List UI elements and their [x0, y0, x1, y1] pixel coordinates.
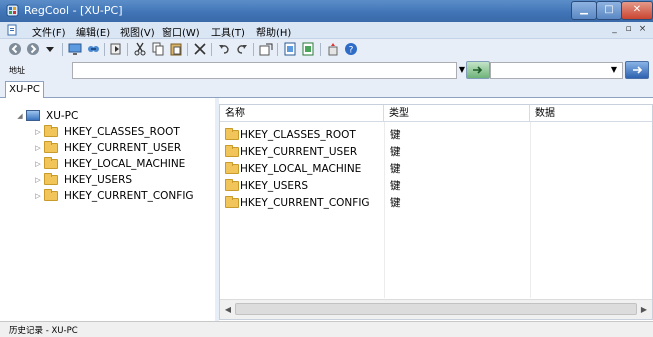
toolbar-separator [253, 43, 254, 56]
list-row[interactable]: HKEY_CLASSES_ROOT 键 [220, 127, 652, 143]
folder-icon [225, 145, 239, 157]
list-row[interactable]: HKEY_CURRENT_CONFIG 键 [220, 195, 652, 211]
redo-icon[interactable] [235, 42, 249, 56]
mdi-restore-button[interactable]: ▫ [623, 23, 634, 35]
address-input[interactable] [72, 62, 457, 79]
delete-icon[interactable] [193, 42, 207, 56]
document-icon[interactable] [6, 24, 18, 36]
tree-item-root[interactable]: ◢ XU-PC [4, 108, 204, 124]
menu-file[interactable]: 文件(F) [32, 24, 66, 39]
import-icon[interactable] [109, 42, 123, 56]
toolbar: ? [0, 39, 653, 60]
tree-item-hkey-users[interactable]: ▷ HKEY_USERS [4, 172, 213, 188]
favorites-icon[interactable] [326, 42, 340, 56]
column-header-data[interactable]: 数据 [530, 105, 652, 122]
tree-item-hkey-classes-root[interactable]: ▷ HKEY_CLASSES_ROOT [4, 124, 213, 140]
column-header-name[interactable]: 名称 [220, 105, 384, 122]
menu-view[interactable]: 视图(V) [120, 24, 155, 39]
minimize-icon: ▁ [580, 4, 588, 15]
expand-arrow-icon[interactable]: ▷ [34, 156, 42, 172]
folder-icon [44, 189, 58, 201]
folder-icon [44, 157, 58, 169]
maximize-icon: □ [604, 4, 614, 15]
folder-icon [225, 162, 239, 174]
toolbar-separator [277, 43, 278, 56]
toolbar-separator [104, 43, 105, 56]
toolbar-separator [320, 43, 321, 56]
status-text: 历史记录 - XU-PC [9, 326, 78, 336]
expand-arrow-icon[interactable]: ▷ [34, 172, 42, 188]
folder-icon [44, 125, 58, 137]
help-icon[interactable]: ? [344, 42, 358, 56]
address-bar: 地址 ▼ ▼ [0, 60, 653, 80]
scroll-left-icon[interactable]: ◀ [221, 303, 235, 316]
copy-icon[interactable] [151, 42, 165, 56]
minimize-button[interactable]: ▁ [571, 1, 597, 20]
computer-icon[interactable] [68, 42, 82, 56]
title-bar[interactable]: RegCool - [XU-PC] ▁ □ ✕ [0, 0, 653, 22]
search-icon [633, 66, 643, 74]
menu-tools[interactable]: 工具(T) [211, 24, 245, 39]
toolbar-separator [211, 43, 212, 56]
list-row[interactable]: HKEY_USERS 键 [220, 178, 652, 194]
tree-item-hkey-local-machine[interactable]: ▷ HKEY_LOCAL_MACHINE [4, 156, 213, 172]
toolbar-separator [127, 43, 128, 56]
menu-edit[interactable]: 编辑(E) [76, 24, 110, 39]
scroll-right-icon[interactable]: ▶ [637, 303, 651, 316]
export-icon[interactable] [259, 42, 273, 56]
go-icon [473, 66, 483, 74]
status-bar: 历史记录 - XU-PC [0, 321, 653, 337]
chevron-down-icon[interactable] [45, 42, 55, 56]
menu-bar: 文件(F) 编辑(E) 视图(V) 窗口(W) 工具(T) 帮助(H) _ ▫ … [0, 22, 653, 39]
refresh-icon[interactable] [301, 42, 315, 56]
menu-help[interactable]: 帮助(H) [256, 24, 291, 39]
undo-icon[interactable] [217, 42, 231, 56]
search-button[interactable] [625, 61, 649, 79]
chevron-down-icon[interactable]: ▼ [608, 62, 620, 77]
forward-icon[interactable] [26, 42, 40, 56]
search-input[interactable] [490, 62, 623, 79]
tab-strip: XU-PC [0, 80, 653, 98]
folder-icon [44, 173, 58, 185]
registry-tree: ◢ XU-PC ▷ HKEY_CLASSES_ROOT ▷ HKEY_CURRE… [4, 104, 213, 318]
compare-icon[interactable] [283, 42, 297, 56]
connect-icon[interactable] [86, 42, 100, 56]
cut-icon[interactable] [133, 42, 147, 56]
expand-arrow-icon[interactable]: ▷ [34, 124, 42, 140]
window-title: RegCool - [XU-PC] [24, 4, 123, 17]
paste-icon[interactable] [169, 42, 183, 56]
column-header-type[interactable]: 类型 [384, 105, 530, 122]
maximize-button[interactable]: □ [596, 1, 622, 20]
folder-icon [225, 196, 239, 208]
go-button[interactable] [466, 61, 490, 79]
back-icon[interactable] [8, 42, 22, 56]
address-label: 地址 [9, 66, 25, 75]
mdi-close-button[interactable]: × [637, 23, 648, 35]
horizontal-scrollbar[interactable]: ◀ ▶ [220, 299, 652, 319]
folder-icon [225, 179, 239, 191]
list-row[interactable]: HKEY_CURRENT_USER 键 [220, 144, 652, 160]
expand-arrow-icon[interactable]: ▷ [34, 188, 42, 204]
computer-icon [26, 110, 40, 121]
list-row[interactable]: HKEY_LOCAL_MACHINE 键 [220, 161, 652, 177]
folder-icon [44, 141, 58, 153]
values-list: 名称 类型 数据 HKEY_CLASSES_ROOT 键 HKEY_CURREN… [219, 104, 653, 320]
scrollbar-thumb[interactable] [235, 303, 637, 315]
expand-arrow-icon[interactable]: ▷ [34, 140, 42, 156]
svg-text:?: ? [349, 46, 354, 56]
tab-xu-pc[interactable]: XU-PC [5, 81, 44, 98]
close-button[interactable]: ✕ [621, 1, 653, 20]
toolbar-separator [187, 43, 188, 56]
tree-item-hkey-current-config[interactable]: ▷ HKEY_CURRENT_CONFIG [4, 188, 213, 204]
mdi-minimize-button[interactable]: _ [609, 23, 620, 35]
expander-icon[interactable]: ◢ [16, 108, 24, 124]
toolbar-separator [62, 43, 63, 56]
menu-window[interactable]: 窗口(W) [162, 24, 200, 39]
regcool-app-icon [6, 4, 19, 17]
folder-icon [225, 128, 239, 140]
tree-item-hkey-current-user[interactable]: ▷ HKEY_CURRENT_USER [4, 140, 213, 156]
close-icon: ✕ [632, 4, 642, 15]
